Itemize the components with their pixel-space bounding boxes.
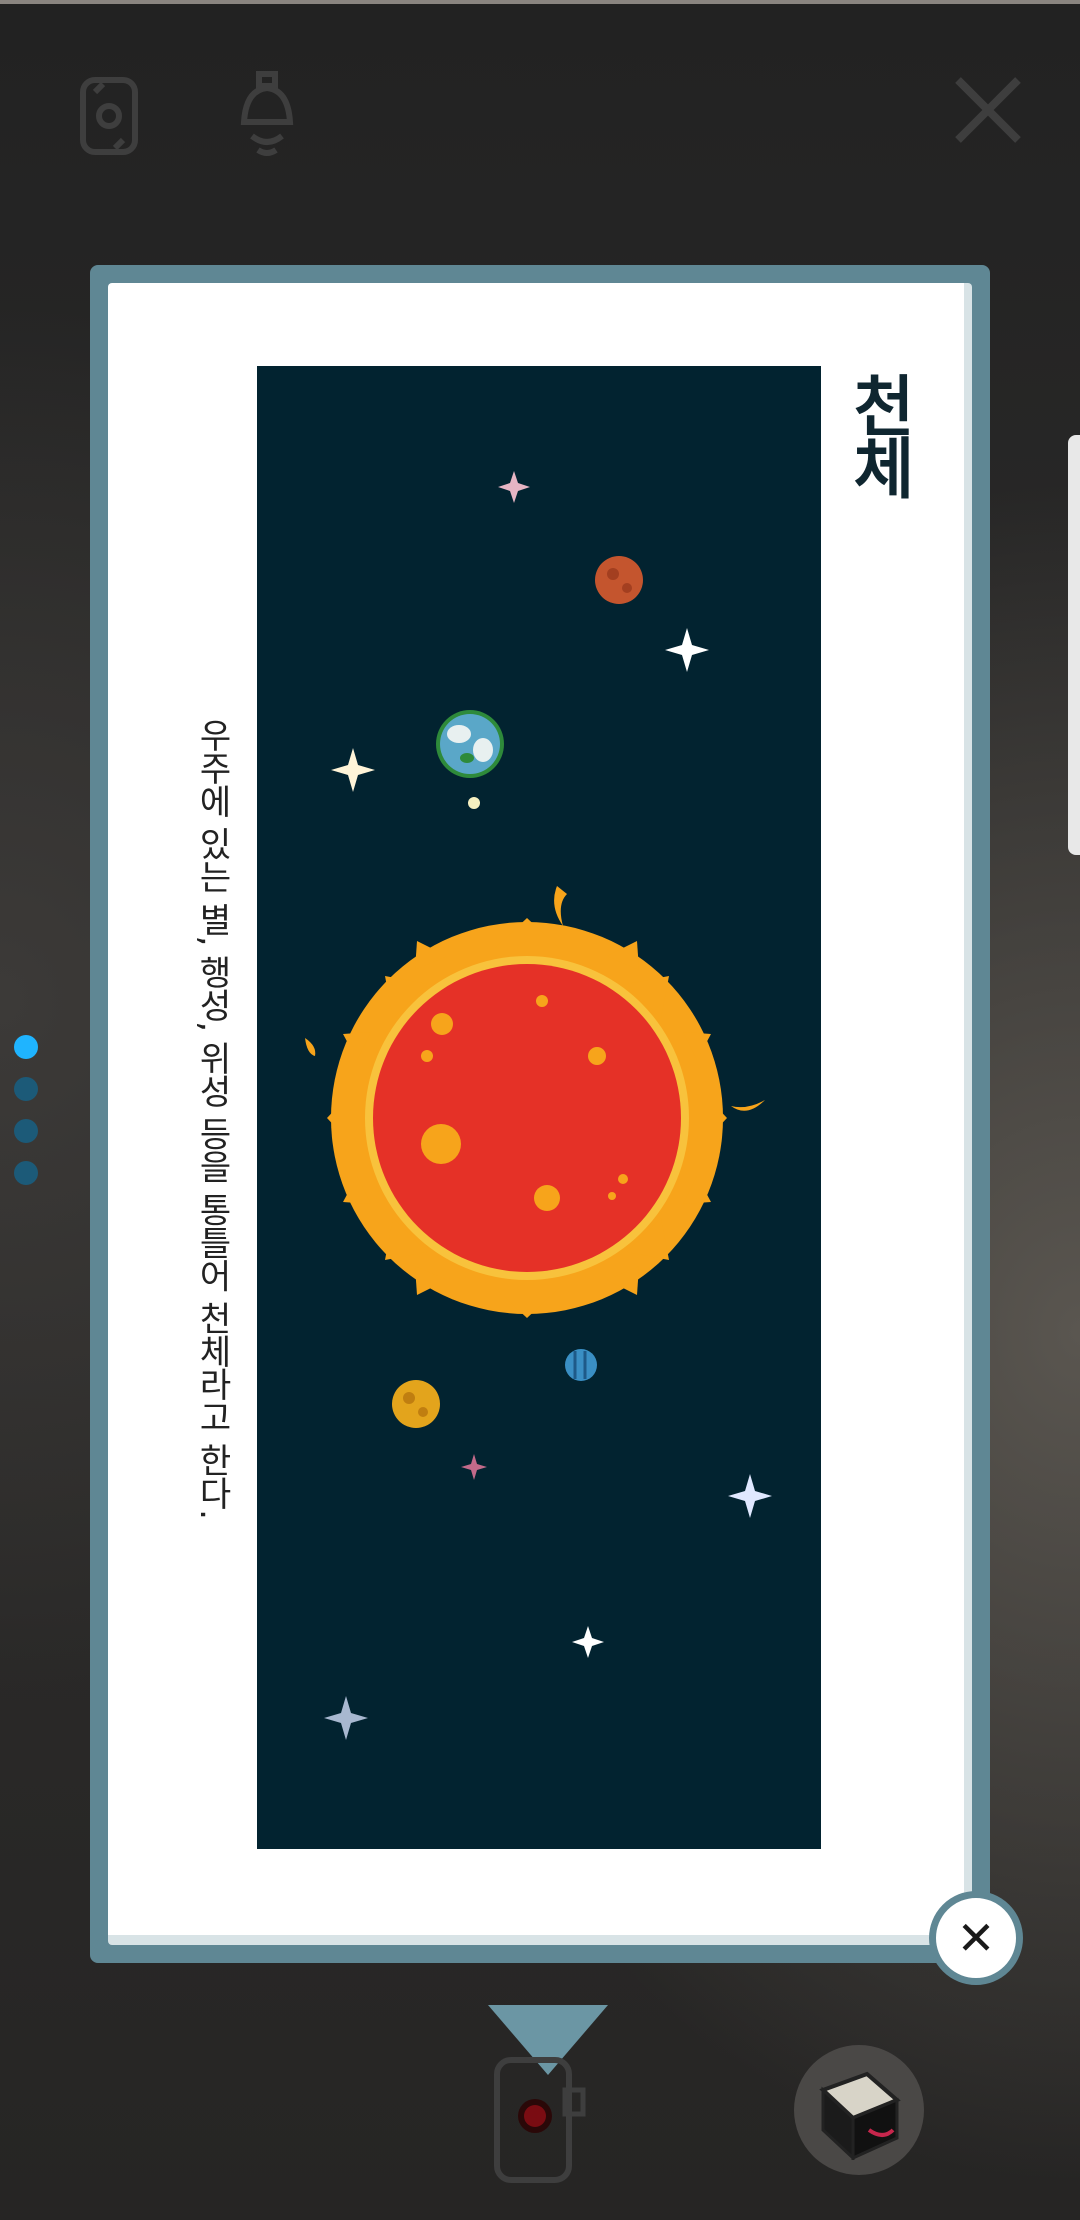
camera-switch-icon[interactable] xyxy=(75,70,145,160)
page-indicator xyxy=(14,1035,38,1203)
page-dot-active[interactable] xyxy=(14,1035,38,1059)
status-divider xyxy=(0,0,1080,4)
card-description: 우주에 있는 별, 행성, 위성 등을 통틀어 천체라고 한다. xyxy=(192,718,232,1519)
sun-icon xyxy=(305,886,765,1318)
star-icon xyxy=(498,471,530,503)
page-dot[interactable] xyxy=(14,1077,38,1101)
page-dot[interactable] xyxy=(14,1119,38,1143)
card-title: 천체 xyxy=(840,372,917,496)
close-icon[interactable] xyxy=(950,72,1026,148)
side-drawer-handle[interactable] xyxy=(1068,435,1080,855)
close-icon: ✕ xyxy=(956,1911,996,1965)
solar-system-illustration xyxy=(257,366,821,1849)
bell-icon[interactable] xyxy=(232,70,302,160)
page-dot[interactable] xyxy=(14,1161,38,1185)
card-close-button[interactable]: ✕ xyxy=(929,1891,1023,1985)
book-button[interactable] xyxy=(794,2045,924,2175)
record-button[interactable] xyxy=(493,2050,589,2194)
book-icon xyxy=(819,2071,901,2160)
